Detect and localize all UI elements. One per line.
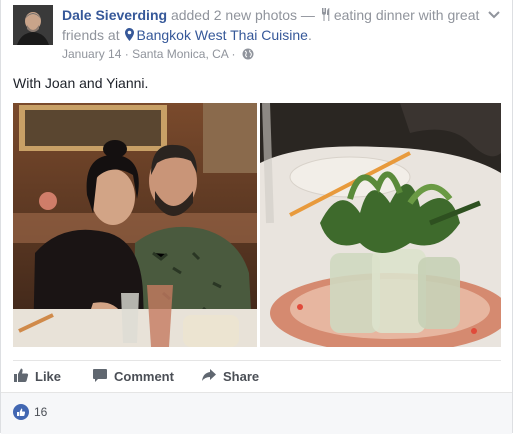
fork-knife-icon (321, 7, 331, 26)
like-reaction-icon[interactable] (13, 404, 29, 420)
like-button[interactable]: Like (13, 361, 61, 391)
post-meta: January 14 · Santa Monica, CA · (62, 46, 254, 64)
post-text: With Joan and Yianni. (13, 75, 149, 91)
comment-button[interactable]: Comment (92, 361, 174, 391)
globe-icon[interactable] (242, 48, 254, 64)
share-label: Share (223, 368, 260, 384)
header-period: . (307, 27, 312, 43)
place-link[interactable]: Bangkok West Thai Cuisine (136, 27, 307, 43)
share-button[interactable]: Share (201, 361, 259, 391)
location-pin-icon (125, 27, 135, 46)
like-label: Like (35, 368, 62, 384)
post-photo-1[interactable] (13, 103, 257, 347)
post-card: Dale Sieverding added 2 new photos — eat… (0, 0, 513, 434)
meta-separator: · (124, 47, 129, 61)
post-date[interactable]: January 14 (62, 47, 121, 61)
post-location[interactable]: Santa Monica, CA (132, 47, 228, 61)
post-action: added 2 new photos — (170, 7, 319, 23)
thumbs-up-icon (13, 367, 35, 386)
post-header: Dale Sieverding added 2 new photos — eat… (62, 6, 482, 46)
comment-label: Comment (114, 368, 174, 384)
post-photo-2[interactable] (260, 103, 501, 347)
avatar[interactable] (13, 5, 53, 45)
author-name[interactable]: Dale Sieverding (62, 7, 167, 23)
meta-separator: · (231, 47, 236, 61)
chevron-down-icon[interactable] (486, 8, 502, 22)
reactions-bar: 16 (1, 392, 512, 434)
action-bar: Like Comment Share (13, 360, 501, 391)
share-icon (201, 367, 223, 386)
comment-icon (92, 367, 114, 386)
reaction-count[interactable]: 16 (34, 405, 47, 419)
